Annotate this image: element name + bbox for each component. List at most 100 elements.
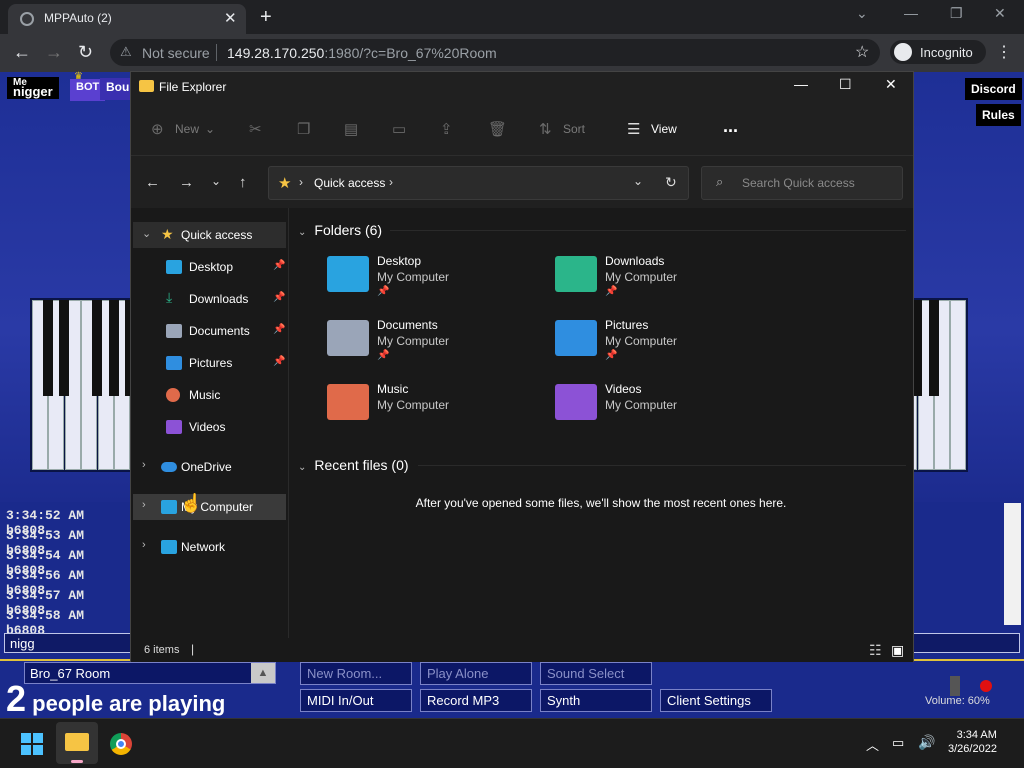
- folder-tile-videos[interactable]: Videos My Computer: [555, 382, 775, 438]
- chevron-down-icon[interactable]: ⌄: [633, 174, 643, 188]
- explorer-taskbar-button[interactable]: [56, 722, 98, 764]
- midi-button[interactable]: MIDI In/Out: [300, 689, 412, 712]
- volume-knob[interactable]: [950, 676, 960, 696]
- sort-icon[interactable]: ⇅: [539, 120, 552, 138]
- sidebar-item-downloads[interactable]: ⤓ Downloads 📌: [133, 286, 286, 312]
- address-bar[interactable]: ⚠ Not secure 149.28.170.250:1980/?c=Bro_…: [110, 39, 880, 66]
- rules-button[interactable]: Rules: [976, 104, 1021, 126]
- black-key[interactable]: [59, 300, 70, 396]
- back-icon[interactable]: ←: [13, 42, 31, 63]
- search-input[interactable]: ⌕ Search Quick access: [701, 166, 903, 200]
- folder-tile-documents[interactable]: Documents My Computer 📌: [327, 318, 547, 374]
- black-key[interactable]: [108, 300, 119, 396]
- folders-section-header[interactable]: ⌄ Folders (6): [298, 222, 382, 238]
- players-number: 2: [6, 678, 27, 719]
- sound-select-button[interactable]: Sound Select: [540, 662, 652, 685]
- chevron-down-icon[interactable]: ⌄: [298, 462, 306, 473]
- cut-icon[interactable]: ✂: [249, 120, 262, 138]
- view-button[interactable]: View: [651, 122, 677, 136]
- black-key[interactable]: [43, 300, 53, 396]
- minimize-icon[interactable]: —: [794, 76, 808, 92]
- client-settings-button[interactable]: Client Settings: [660, 689, 772, 712]
- new-button[interactable]: New: [175, 122, 199, 136]
- bookmark-star-icon[interactable]: ☆: [855, 42, 869, 62]
- new-room-button[interactable]: New Room...: [300, 662, 412, 685]
- chevron-right-icon[interactable]: ›: [389, 175, 393, 189]
- recent-section-header[interactable]: ⌄ Recent files (0): [298, 457, 409, 473]
- folder-tile-desktop[interactable]: Desktop My Computer 📌: [327, 254, 547, 310]
- synth-button[interactable]: Synth: [540, 689, 652, 712]
- security-label[interactable]: Not secure: [142, 45, 210, 61]
- chevron-down-icon[interactable]: ⌄: [142, 227, 151, 240]
- folder-tile-downloads[interactable]: Downloads My Computer 📌: [555, 254, 775, 310]
- chat-scrollbar[interactable]: [1004, 503, 1021, 625]
- start-icon[interactable]: [21, 733, 43, 755]
- address-box[interactable]: ★ › Quick access › ⌄ ↻: [268, 166, 689, 200]
- close-icon[interactable]: ✕: [885, 76, 897, 93]
- reload-icon[interactable]: ↻: [78, 42, 93, 63]
- user-badge-me[interactable]: Me nigger: [7, 77, 59, 99]
- tab-search-icon[interactable]: ⌄: [856, 5, 868, 22]
- warning-icon[interactable]: ⚠: [120, 44, 132, 60]
- discord-button[interactable]: Discord: [965, 78, 1022, 100]
- copy-icon[interactable]: ❐: [297, 120, 310, 138]
- chevron-right-icon[interactable]: ›: [142, 539, 146, 551]
- video-icon: [166, 420, 182, 434]
- address-quick-access[interactable]: Quick access: [314, 176, 385, 190]
- chevron-up-icon[interactable]: ︿: [866, 735, 879, 754]
- caret-up-icon[interactable]: ▲: [251, 663, 275, 683]
- close-tab-icon[interactable]: ✕: [224, 9, 237, 27]
- sidebar-item-documents[interactable]: Documents 📌: [133, 318, 286, 344]
- back-icon[interactable]: ←: [145, 174, 160, 191]
- rename-icon[interactable]: ▭: [392, 120, 406, 138]
- sort-button[interactable]: Sort: [563, 122, 585, 136]
- sidebar-item-pictures[interactable]: Pictures 📌: [133, 350, 286, 376]
- restore-icon[interactable]: ❐: [950, 5, 963, 22]
- share-icon[interactable]: ⇪: [440, 120, 453, 138]
- maximize-icon[interactable]: ☐: [839, 76, 852, 93]
- sidebar-item-my-computer[interactable]: › My Computer: [133, 494, 286, 520]
- explorer-titlebar[interactable]: File Explorer — ☐ ✕: [131, 72, 913, 102]
- sidebar-label: Documents: [189, 324, 250, 338]
- refresh-icon[interactable]: ↻: [665, 174, 677, 191]
- view-icon[interactable]: ☰: [627, 120, 640, 138]
- sidebar-item-onedrive[interactable]: › OneDrive: [133, 454, 286, 480]
- play-alone-button[interactable]: Play Alone: [420, 662, 532, 685]
- black-key[interactable]: [928, 300, 939, 396]
- active-indicator: [71, 760, 83, 763]
- close-window-icon[interactable]: ✕: [994, 5, 1006, 22]
- paste-icon[interactable]: ▤: [344, 120, 358, 138]
- record-mp3-button[interactable]: Record MP3: [420, 689, 532, 712]
- new-tab-button[interactable]: +: [260, 6, 272, 29]
- volume-icon[interactable]: 🔊: [918, 734, 935, 751]
- url-text[interactable]: 149.28.170.250:1980/?c=Bro_67%20Room: [227, 45, 497, 61]
- sidebar-item-videos[interactable]: Videos: [133, 414, 286, 440]
- network-icon[interactable]: ▭: [892, 735, 904, 751]
- forward-icon[interactable]: →: [45, 42, 63, 63]
- tiles-view-icon[interactable]: ▣: [891, 642, 904, 659]
- sidebar-item-quick-access[interactable]: ⌄ ★ Quick access: [133, 222, 286, 248]
- chrome-icon[interactable]: [110, 733, 132, 755]
- up-icon[interactable]: ↑: [239, 174, 247, 191]
- browser-menu-icon[interactable]: ⋮: [996, 42, 1012, 62]
- black-key[interactable]: [92, 300, 103, 396]
- new-icon[interactable]: ⊕: [151, 120, 164, 138]
- forward-icon[interactable]: →: [179, 174, 194, 191]
- browser-tab[interactable]: MPPAuto (2) ✕: [8, 4, 246, 34]
- chevron-down-icon[interactable]: ⌄: [298, 227, 306, 238]
- details-view-icon[interactable]: ☷: [869, 642, 882, 659]
- more-button[interactable]: ...: [723, 116, 738, 137]
- sidebar-item-network[interactable]: › Network: [133, 534, 286, 560]
- chevron-right-icon[interactable]: ›: [142, 499, 146, 511]
- sidebar-item-desktop[interactable]: Desktop 📌: [133, 254, 286, 280]
- delete-icon[interactable]: 🗑: [488, 120, 507, 138]
- white-key[interactable]: [950, 300, 967, 470]
- incognito-button[interactable]: Incognito: [890, 40, 986, 64]
- sidebar-item-music[interactable]: Music: [133, 382, 286, 408]
- recent-locations-icon[interactable]: ⌄: [211, 174, 221, 188]
- clock[interactable]: 3:34 AM 3/26/2022: [948, 729, 997, 755]
- minimize-icon[interactable]: —: [904, 5, 918, 21]
- folder-tile-pictures[interactable]: Pictures My Computer 📌: [555, 318, 775, 374]
- chevron-right-icon[interactable]: ›: [142, 459, 146, 471]
- folder-tile-music[interactable]: Music My Computer: [327, 382, 547, 438]
